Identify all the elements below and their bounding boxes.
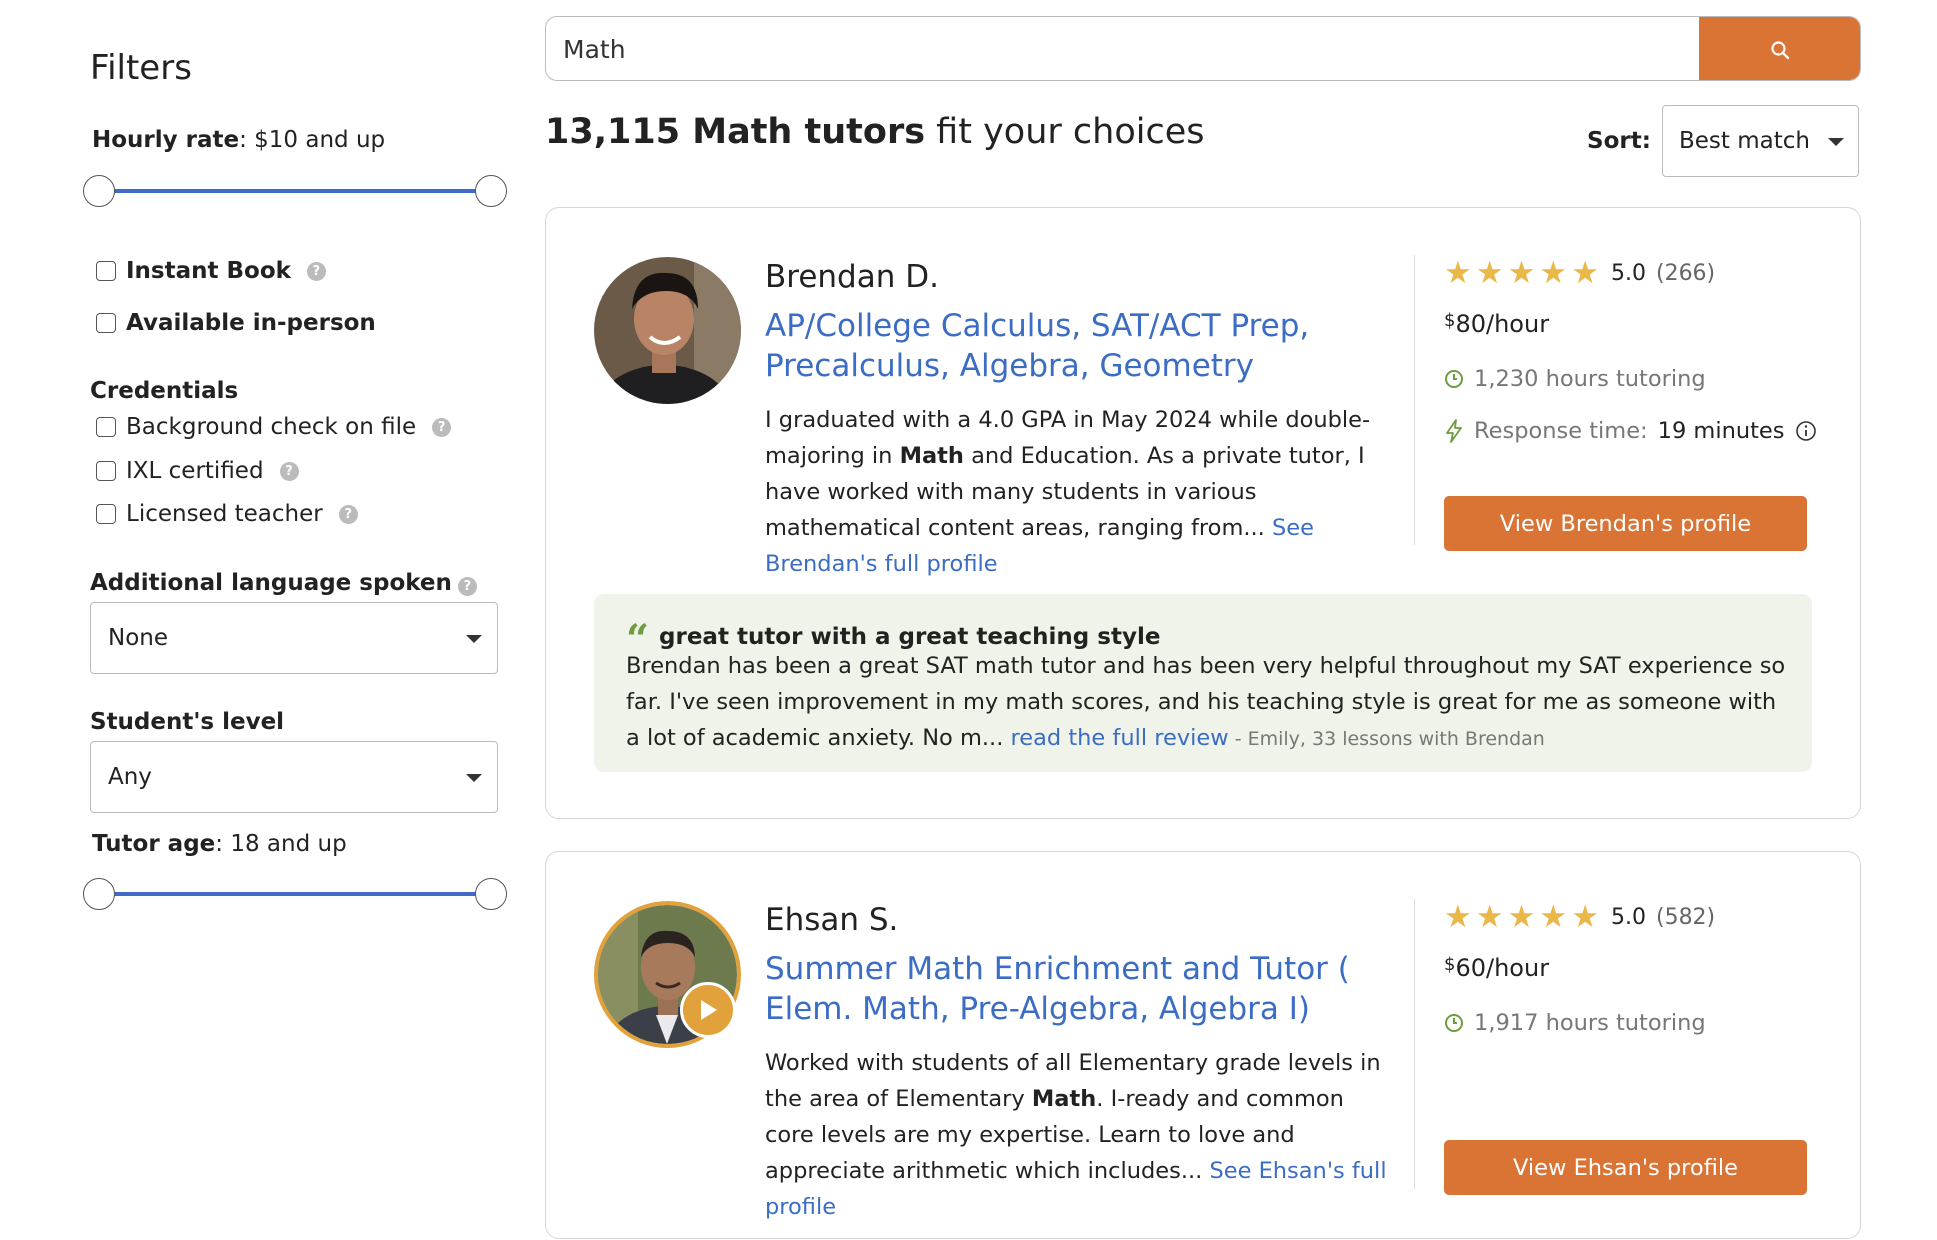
rating-score: 5.0 xyxy=(1610,905,1646,930)
slider-max-handle[interactable] xyxy=(475,175,507,207)
tutor-age-label: Tutor age: 18 and up xyxy=(92,831,347,857)
rating: ★ ★ ★ ★ ★ 5.0 (266) xyxy=(1444,258,1715,289)
star-icon: ★ xyxy=(1444,899,1472,935)
tutor-bio: Worked with students of all Elementary g… xyxy=(765,1050,1387,1220)
clock-icon xyxy=(1445,370,1463,388)
help-icon[interactable]: ? xyxy=(338,504,358,524)
language-select[interactable]: None xyxy=(90,602,498,674)
checkbox-box[interactable] xyxy=(96,461,116,481)
review-text: Brendan has been a great SAT math tutor … xyxy=(626,653,1786,751)
star-icon: ★ xyxy=(1539,899,1568,935)
sort-label: Sort: xyxy=(1587,128,1651,154)
hourly-price: $80/hour xyxy=(1444,310,1550,338)
tutor-card: Ehsan S. Summer Math Enrichment and Tuto… xyxy=(545,851,1861,1239)
checkbox-box[interactable] xyxy=(96,261,116,281)
credentials-heading: Credentials xyxy=(90,378,239,404)
hourly-price: $60/hour xyxy=(1444,954,1550,982)
ixl-certified-checkbox[interactable]: IXL certified ? xyxy=(96,458,299,484)
review-block: “ great tutor with a great teaching styl… xyxy=(594,594,1812,772)
search-bar: Math xyxy=(545,16,1861,81)
lightning-icon xyxy=(1446,419,1462,443)
checkbox-box[interactable] xyxy=(96,417,116,437)
star-icon: ★ xyxy=(1475,899,1504,935)
view-profile-button[interactable]: View Ehsan's profile xyxy=(1444,1140,1807,1195)
help-icon[interactable]: ? xyxy=(306,261,326,281)
tutor-name[interactable]: Ehsan S. xyxy=(765,902,898,938)
help-icon[interactable]: ? xyxy=(457,577,477,596)
star-icon: ★ xyxy=(1571,255,1599,291)
search-icon xyxy=(1770,40,1789,59)
info-icon[interactable] xyxy=(1795,420,1817,442)
response-time: Response time: 19 minutes xyxy=(1444,418,1817,444)
chevron-down-icon xyxy=(466,774,482,782)
star-icon: ★ xyxy=(1475,255,1504,291)
checkbox-box[interactable] xyxy=(96,504,116,524)
chevron-down-icon xyxy=(1828,138,1844,146)
slider-track xyxy=(98,892,492,896)
view-profile-button[interactable]: View Brendan's profile xyxy=(1444,496,1807,551)
review-count: (582) xyxy=(1655,905,1716,930)
search-button[interactable] xyxy=(1699,17,1860,80)
slider-max-handle[interactable] xyxy=(475,878,507,910)
divider xyxy=(1414,255,1415,545)
licensed-teacher-checkbox[interactable]: Licensed teacher ? xyxy=(96,501,358,527)
hourly-rate-slider[interactable] xyxy=(83,174,507,208)
avatar[interactable] xyxy=(594,257,741,404)
read-full-review-link[interactable]: read the full review xyxy=(1011,725,1229,751)
available-in-person-checkbox[interactable]: Available in-person xyxy=(96,310,376,336)
review-meta: - Emily, 33 lessons with Brendan xyxy=(1228,728,1545,750)
star-icon: ★ xyxy=(1444,255,1472,291)
search-input[interactable]: Math xyxy=(563,35,626,64)
slider-min-handle[interactable] xyxy=(83,175,115,207)
tutor-card: Brendan D. AP/College Calculus, SAT/ACT … xyxy=(545,207,1861,819)
help-icon[interactable]: ? xyxy=(432,417,452,437)
tutor-bio: I graduated with a 4.0 GPA in May 2024 w… xyxy=(765,407,1371,577)
hours-tutoring: 1,917 hours tutoring xyxy=(1444,1010,1706,1036)
hourly-rate-label: Hourly rate: $10 and up xyxy=(92,127,386,153)
results-heading: 13,115 Math tutors fit your choices xyxy=(545,112,1205,152)
rating: ★ ★ ★ ★ ★ 5.0 (582) xyxy=(1444,902,1715,933)
checkbox-box[interactable] xyxy=(96,313,116,333)
student-level-select[interactable]: Any xyxy=(90,741,498,813)
rating-score: 5.0 xyxy=(1610,261,1646,286)
play-video-button[interactable] xyxy=(680,982,736,1038)
star-icon: ★ xyxy=(1507,899,1536,935)
star-icon: ★ xyxy=(1507,255,1536,291)
student-level-heading: Student's level xyxy=(90,709,285,735)
clock-icon xyxy=(1445,1014,1463,1032)
tutor-name[interactable]: Brendan D. xyxy=(765,259,939,295)
star-icon: ★ xyxy=(1571,899,1599,935)
divider xyxy=(1414,899,1415,1189)
tutor-age-slider[interactable] xyxy=(83,877,507,911)
review-count: (266) xyxy=(1655,261,1716,286)
background-check-checkbox[interactable]: Background check on file ? xyxy=(96,414,452,440)
tutor-subjects[interactable]: Summer Math Enrichment and Tutor ( Elem.… xyxy=(765,949,1395,1029)
language-heading: Additional language spoken? xyxy=(90,570,477,596)
instant-book-checkbox[interactable]: Instant Book ? xyxy=(96,258,326,284)
tutor-subjects[interactable]: AP/College Calculus, SAT/ACT Prep, Preca… xyxy=(765,306,1395,386)
sort-select[interactable]: Best match xyxy=(1662,105,1859,177)
filters-title: Filters xyxy=(90,48,192,88)
hours-tutoring: 1,230 hours tutoring xyxy=(1444,366,1706,392)
help-icon[interactable]: ? xyxy=(279,461,299,481)
star-icon: ★ xyxy=(1539,255,1568,291)
chevron-down-icon xyxy=(466,635,482,643)
slider-track xyxy=(98,189,492,193)
play-icon xyxy=(701,1000,717,1020)
slider-min-handle[interactable] xyxy=(83,878,115,910)
